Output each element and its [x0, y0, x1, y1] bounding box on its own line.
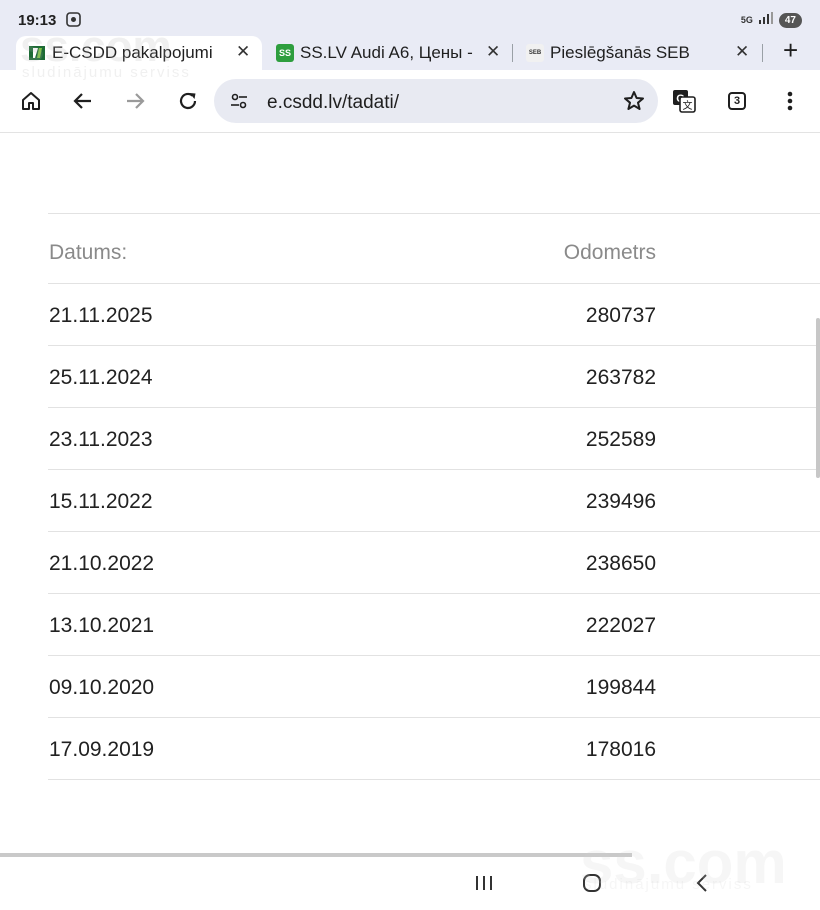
new-tab-button[interactable]: + [783, 35, 798, 66]
bookmark-star-icon[interactable] [622, 89, 646, 118]
recent-apps-icon[interactable] [474, 873, 494, 898]
tab-close-icon[interactable]: ✕ [735, 42, 749, 62]
tab-count: 3 [728, 92, 746, 110]
header-odometer: Odometrs [563, 241, 656, 264]
seb-favicon-icon: SEB [526, 44, 544, 62]
table-row: 21.11.2025 280737 [48, 284, 820, 346]
tab-close-icon[interactable]: ✕ [236, 42, 250, 62]
tab-csdd[interactable]: E-CSDD pakalpojumi ✕ [16, 36, 262, 70]
home-nav-icon[interactable] [582, 873, 602, 898]
table-row: 21.10.2022 238650 [48, 532, 820, 594]
table-row: 23.11.2023 252589 [48, 408, 820, 470]
translate-icon[interactable]: G文 [670, 87, 698, 115]
site-settings-icon[interactable] [229, 91, 249, 116]
date-cell: 25.11.2024 [49, 366, 153, 389]
odometer-cell: 178016 [585, 738, 656, 761]
svg-text:文: 文 [683, 99, 693, 112]
date-cell: 23.11.2023 [49, 428, 153, 451]
tab-separator [762, 44, 763, 62]
url-text[interactable]: e.csdd.lv/tadati/ [267, 92, 399, 114]
odometer-cell: 280737 [585, 304, 656, 327]
odometer-cell: 239496 [585, 490, 656, 513]
odometer-cell: 199844 [585, 676, 656, 699]
tab-strip: E-CSDD pakalpojumi ✕ SS SS.LV Audi A6, Ц… [0, 35, 820, 70]
reload-icon[interactable] [174, 87, 202, 115]
system-nav-bar [0, 853, 820, 910]
date-cell: 21.10.2022 [49, 552, 155, 575]
tab-separator [512, 44, 513, 62]
date-cell: 13.10.2021 [49, 614, 155, 637]
vertical-scrollbar[interactable] [816, 318, 820, 478]
table-header-row: Datums: Odometrs [48, 214, 820, 284]
tab-close-icon[interactable]: ✕ [486, 42, 500, 62]
date-cell: 17.09.2019 [49, 738, 155, 761]
horizontal-scrollbar[interactable] [0, 853, 632, 857]
odometer-cell: 252589 [585, 428, 656, 451]
ss-favicon-icon: SS [276, 44, 294, 62]
status-bar: 19:13 5G 47 [0, 0, 820, 36]
page-content: Datums: Odometrs 21.11.2025 280737 25.11.2… [0, 133, 820, 853]
browser-toolbar: e.csdd.lv/tadati/ G文 3 [0, 70, 820, 133]
battery-badge: 47 [778, 12, 802, 28]
odometer-table: Datums: Odometrs 21.11.2025 280737 25.11.2… [48, 213, 820, 780]
table-body: 21.11.2025 280737 25.11.2024 263782 23.11.20… [48, 284, 820, 780]
tab-title: E-CSDD pakalpojumi [52, 43, 213, 62]
back-nav-icon[interactable] [692, 873, 712, 898]
address-bar[interactable]: e.csdd.lv/tadati/ [214, 79, 658, 123]
header-date: Datums: [49, 241, 128, 264]
table-row: 25.11.2024 263782 [48, 346, 820, 408]
more-menu-icon[interactable] [776, 87, 804, 115]
network-label: 5G [740, 14, 753, 25]
status-indicators: 5G 47 [741, 11, 802, 29]
table-row: 15.11.2022 239496 [48, 470, 820, 532]
date-cell: 21.11.2025 [49, 304, 153, 327]
table-row: 09.10.2020 199844 [48, 656, 820, 718]
table-row: 13.10.2021 222027 [48, 594, 820, 656]
forward-icon[interactable] [121, 87, 149, 115]
signal-icon [758, 11, 773, 29]
tab-ss[interactable]: SS SS.LV Audi A6, Цены - ✕ [276, 36, 508, 70]
screen-capture-icon [66, 12, 81, 27]
home-icon[interactable] [17, 87, 45, 115]
csdd-favicon-icon [28, 44, 46, 62]
status-time: 19:13 [18, 12, 57, 29]
tab-title: Pieslēgšanās SEB [550, 43, 690, 62]
tab-title: SS.LV Audi A6, Цены - [300, 43, 473, 62]
tab-seb[interactable]: SEB Pieslēgšanās SEB ✕ [526, 36, 758, 70]
table-row: 17.09.2019 178016 [48, 718, 820, 780]
odometer-cell: 263782 [585, 366, 656, 389]
tab-switcher-button[interactable]: 3 [723, 87, 751, 115]
date-cell: 09.10.2020 [49, 676, 155, 699]
odometer-cell: 238650 [585, 552, 656, 575]
odometer-cell: 222027 [585, 614, 656, 637]
date-cell: 15.11.2022 [49, 490, 153, 513]
back-icon[interactable] [69, 87, 97, 115]
